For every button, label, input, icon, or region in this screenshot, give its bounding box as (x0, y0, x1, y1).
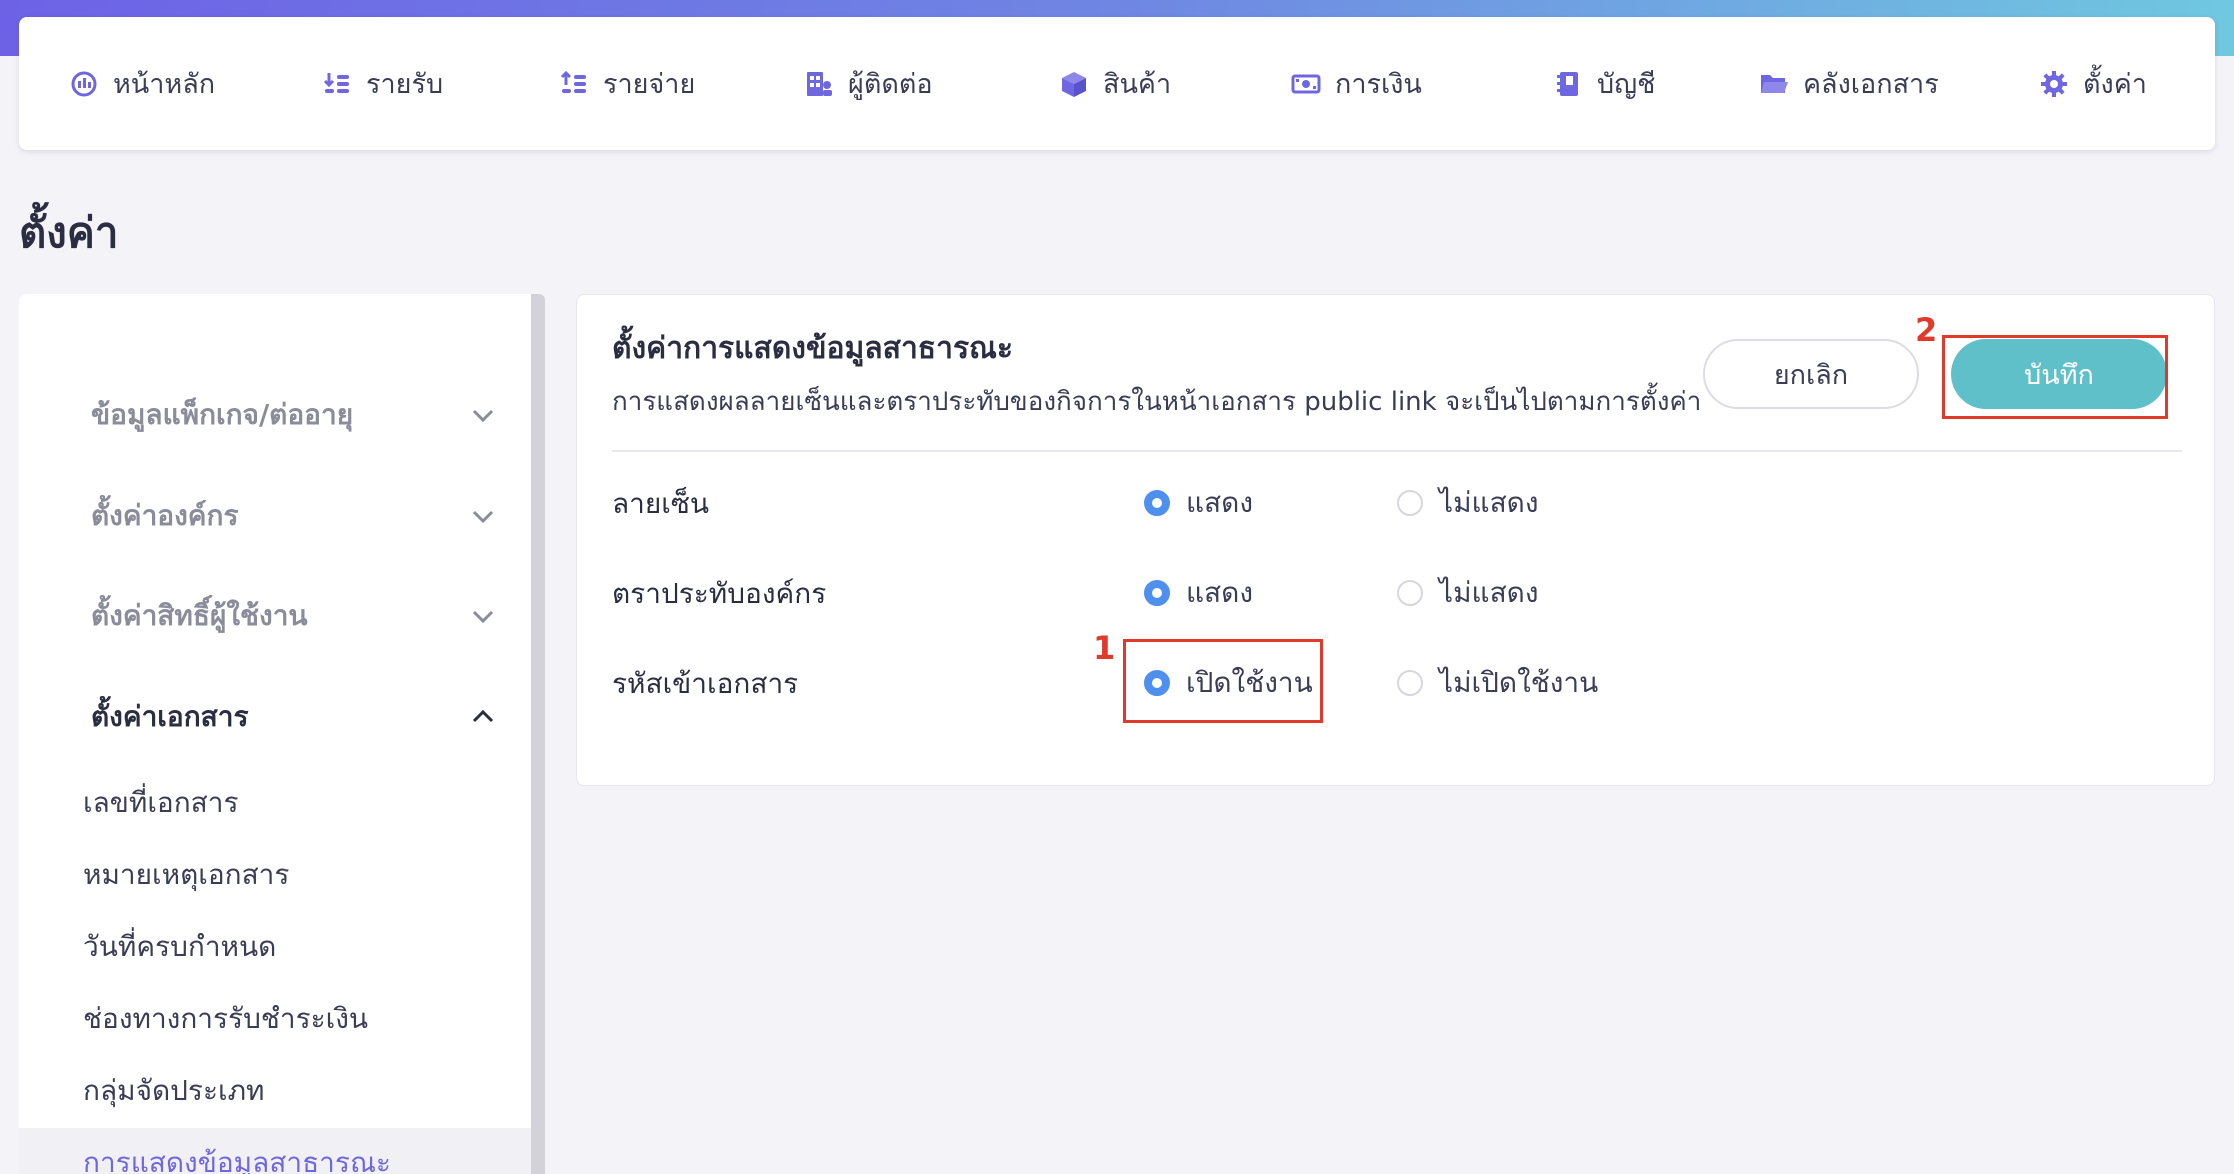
chevron-down-icon (472, 510, 494, 524)
top-navbar: หน้าหลัก รายรับ รายจ่าย ผู้ติดต่อ สินค้า… (19, 17, 2215, 150)
nav-item-home[interactable]: หน้าหลัก (69, 17, 215, 150)
radio-label: ไม่เปิดใช้งาน (1439, 666, 1599, 699)
step-number-1: 1 (1093, 629, 1116, 667)
radio-dot (1144, 490, 1170, 516)
gear-icon (2041, 70, 2067, 97)
radio-label: เปิดใช้งาน (1186, 666, 1313, 699)
nav-item-contacts[interactable]: ผู้ติดต่อ (804, 17, 933, 150)
settings-sidebar: ข้อมูลแพ็กเกจ/ต่ออายุ ตั้งค่าองค์กร ตั้ง… (19, 294, 531, 1174)
card-description: การแสดงผลลายเซ็นและตราประทับของกิจการในห… (612, 387, 1702, 417)
radio-dot (1144, 670, 1170, 696)
nav-label: สินค้า (1103, 69, 1172, 100)
radio-stamp-hide[interactable]: ไม่แสดง (1397, 571, 1539, 615)
sidebar-item-label: หมายเหตุเอกสาร (83, 858, 290, 891)
sidebar-group-organization[interactable]: ตั้งค่าองค์กร (19, 481, 531, 551)
nav-label: รายจ่าย (603, 69, 696, 100)
chevron-down-icon (472, 610, 494, 624)
sidebar-scrollbar[interactable] (531, 294, 545, 1174)
sidebar-item-public-display[interactable]: การแสดงข้อมูลสาธารณะ (19, 1128, 531, 1174)
sidebar-group-label: ข้อมูลแพ็กเกจ/ต่ออายุ (91, 398, 354, 431)
sidebar-item-label: เลขที่เอกสาร (83, 786, 239, 819)
radio-label: แสดง (1186, 576, 1253, 609)
nav-label: ผู้ติดต่อ (848, 69, 933, 100)
folder-icon (1761, 74, 1788, 93)
nav-item-expense[interactable]: รายจ่าย (559, 17, 695, 150)
product-box-icon (1062, 71, 1086, 97)
radio-password-disable[interactable]: ไม่เปิดใช้งาน (1397, 661, 1598, 705)
sidebar-item-payment-channels[interactable]: ช่องทางการรับชำระเงิน (19, 984, 531, 1054)
radio-password-enable[interactable]: เปิดใช้งาน (1144, 661, 1313, 705)
dashboard-icon (71, 71, 97, 96)
accounting-book-icon (1557, 71, 1578, 96)
card-title: ตั้งค่าการแสดงข้อมูลสาธารณะ (612, 331, 1014, 366)
sidebar-group-label: ตั้งค่าเอกสาร (91, 700, 249, 733)
sidebar-item-category-groups[interactable]: กลุ่มจัดประเภท (19, 1056, 531, 1126)
save-button[interactable]: บันทึก (1951, 339, 2167, 409)
nav-item-accounting[interactable]: บัญชี (1553, 17, 1655, 150)
public-display-settings-card: ตั้งค่าการแสดงข้อมูลสาธารณะ การแสดงผลลาย… (576, 294, 2215, 786)
row-label-document-password: รหัสเข้าเอกสาร (612, 667, 799, 700)
sidebar-item-label: วันที่ครบกำหนด (83, 930, 277, 963)
sidebar-item-label: ช่องทางการรับชำระเงิน (83, 1002, 369, 1035)
radio-label: ไม่แสดง (1439, 576, 1539, 609)
radio-signature-hide[interactable]: ไม่แสดง (1397, 481, 1539, 525)
sidebar-item-label: กลุ่มจัดประเภท (83, 1074, 265, 1107)
nav-label: บัญชี (1597, 69, 1656, 100)
sidebar-group-permissions[interactable]: ตั้งค่าสิทธิ์ผู้ใช้งาน (19, 581, 531, 651)
nav-item-income[interactable]: รายรับ (322, 17, 443, 150)
radio-label: ไม่แสดง (1439, 486, 1539, 519)
nav-item-settings[interactable]: ตั้งค่า (2039, 17, 2147, 150)
sidebar-item-document-number[interactable]: เลขที่เอกสาร (19, 768, 531, 838)
sidebar-group-package[interactable]: ข้อมูลแพ็กเกจ/ต่ออายุ (19, 380, 531, 450)
radio-dot (1397, 490, 1423, 516)
nav-label: คลังเอกสาร (1803, 69, 1939, 100)
sidebar-group-label: ตั้งค่าสิทธิ์ผู้ใช้งาน (91, 599, 308, 632)
contacts-icon (807, 71, 832, 96)
nav-label: รายรับ (366, 69, 444, 100)
row-label-org-stamp: ตราประทับองค์กร (612, 577, 827, 610)
radio-dot (1397, 580, 1423, 606)
nav-label: ตั้งค่า (2083, 69, 2147, 100)
nav-label: การเงิน (1335, 69, 1422, 100)
nav-item-finance[interactable]: การเงิน (1291, 17, 1422, 150)
sidebar-group-label: ตั้งค่าองค์กร (91, 499, 239, 532)
nav-label: หน้าหลัก (113, 69, 216, 100)
money-icon (1291, 74, 1321, 93)
radio-label: แสดง (1186, 486, 1253, 519)
radio-dot (1144, 580, 1170, 606)
sidebar-item-document-note[interactable]: หมายเหตุเอกสาร (19, 840, 531, 910)
income-icon (323, 72, 349, 93)
chevron-down-icon (472, 409, 494, 423)
row-label-signature: ลายเซ็น (612, 487, 710, 520)
sidebar-item-label: การแสดงข้อมูลสาธารณะ (83, 1146, 391, 1174)
page-title: ตั้งค่า (19, 208, 119, 257)
sidebar-item-due-date[interactable]: วันที่ครบกำหนด (19, 912, 531, 982)
radio-dot (1397, 670, 1423, 696)
card-divider (612, 450, 2182, 452)
sidebar-group-documents[interactable]: ตั้งค่าเอกสาร (19, 682, 531, 752)
cancel-button[interactable]: ยกเลิก (1703, 339, 1919, 409)
nav-item-documents[interactable]: คลังเอกสาร (1759, 17, 1939, 150)
step-number-2: 2 (1915, 311, 1938, 349)
nav-item-product[interactable]: สินค้า (1059, 17, 1171, 150)
expense-icon (560, 70, 586, 93)
chevron-up-icon (472, 709, 494, 723)
radio-stamp-show[interactable]: แสดง (1144, 571, 1253, 615)
radio-signature-show[interactable]: แสดง (1144, 481, 1253, 525)
